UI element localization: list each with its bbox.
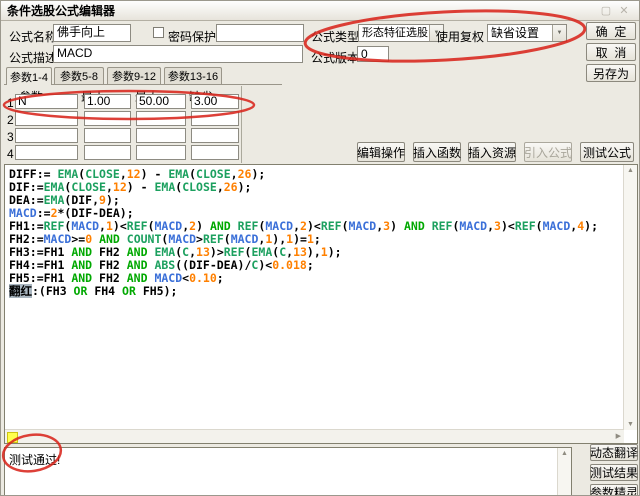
param-cell[interactable] bbox=[136, 128, 186, 143]
status-panel: 测试通过! ▲ bbox=[4, 447, 572, 496]
param-cell[interactable] bbox=[191, 128, 239, 143]
tab-params-1-4[interactable]: 参数1-4 bbox=[6, 67, 52, 85]
rights-value: 缺省设置 bbox=[491, 26, 539, 40]
param-row: 4 bbox=[1, 145, 261, 162]
param-row-number: 4 bbox=[7, 147, 14, 161]
ok-button[interactable]: 确 定 bbox=[586, 22, 636, 40]
formula-type-value: 形态特征选股 bbox=[362, 26, 428, 40]
code-horizontal-scrollbar[interactable]: ▶ bbox=[5, 429, 624, 443]
param-cell[interactable] bbox=[15, 128, 78, 143]
close-icon[interactable]: ✕ bbox=[617, 4, 631, 18]
param-row: 2 bbox=[1, 111, 261, 128]
param-cell[interactable] bbox=[136, 145, 186, 160]
rights-label: 使用复权 bbox=[436, 28, 484, 45]
import-formula-button: 引入公式 bbox=[524, 142, 572, 162]
formula-version-label: 公式版本 bbox=[311, 49, 359, 66]
scroll-down-icon[interactable]: ▼ bbox=[624, 421, 637, 428]
param-row-number: 3 bbox=[7, 130, 14, 144]
scroll-right-icon[interactable]: ▶ bbox=[616, 432, 621, 440]
rights-dropdown[interactable]: 缺省设置 ▼ bbox=[487, 24, 567, 42]
dynamic-translate-button[interactable]: 动态翻译 bbox=[590, 444, 638, 461]
param-row: 1N 1.00 50.00 3.00 bbox=[1, 94, 261, 111]
window-title: 条件选股公式编辑器 bbox=[7, 2, 115, 19]
param-row: 3 bbox=[1, 128, 261, 145]
tab-params-9-12[interactable]: 参数9-12 bbox=[107, 67, 161, 84]
param-cell[interactable] bbox=[15, 145, 78, 160]
param-cell[interactable]: 1.00 bbox=[84, 94, 131, 109]
param-row-number: 2 bbox=[7, 113, 14, 127]
scroll-up-icon[interactable]: ▲ bbox=[624, 167, 637, 174]
password-label: 密码保护 bbox=[168, 28, 216, 45]
title-bar: 条件选股公式编辑器 bbox=[1, 1, 639, 21]
password-input[interactable] bbox=[216, 24, 304, 42]
code-editor[interactable]: DIFF:= EMA(CLOSE,12) - EMA(CLOSE,26);DIF… bbox=[9, 168, 622, 428]
formula-name-input[interactable]: 佛手向上 bbox=[53, 24, 131, 42]
formula-desc-label: 公式描述 bbox=[9, 49, 57, 66]
param-row-number: 1 bbox=[7, 96, 14, 110]
param-cell[interactable] bbox=[15, 111, 78, 126]
param-cell[interactable] bbox=[84, 128, 131, 143]
param-cell[interactable] bbox=[136, 111, 186, 126]
password-checkbox[interactable] bbox=[153, 27, 164, 38]
tab-params-5-8[interactable]: 参数5-8 bbox=[54, 67, 104, 84]
formula-name-label: 公式名称 bbox=[9, 28, 57, 45]
cancel-button[interactable]: 取 消 bbox=[586, 43, 636, 61]
param-cell[interactable] bbox=[84, 145, 131, 160]
formula-version-input[interactable]: 0 bbox=[357, 46, 389, 62]
status-message: 测试通过! bbox=[9, 451, 60, 468]
param-cell[interactable]: 3.00 bbox=[191, 94, 239, 109]
chevron-down-icon[interactable]: ▼ bbox=[552, 25, 566, 41]
save-as-button[interactable]: 另存为 bbox=[586, 64, 636, 82]
insert-function-button[interactable]: 插入函数 bbox=[413, 142, 461, 162]
maximize-icon[interactable]: ▢ bbox=[599, 4, 613, 18]
formula-type-label: 公式类型 bbox=[311, 28, 359, 45]
formula-editor-dialog: 条件选股公式编辑器 ▢ ✕ 公式名称 佛手向上 密码保护 公式类型 形态特征选股… bbox=[0, 0, 640, 496]
code-line: 翻红:(FH3 OR FH4 OR FH5); bbox=[9, 285, 622, 298]
code-panel: DIFF:= EMA(CLOSE,12) - EMA(CLOSE,26);DIF… bbox=[4, 164, 638, 444]
param-cell[interactable]: 50.00 bbox=[136, 94, 186, 109]
param-cell[interactable] bbox=[191, 145, 239, 160]
param-wizard-button[interactable]: 参数精灵 bbox=[590, 484, 638, 496]
test-result-button[interactable]: 测试结果 bbox=[590, 464, 638, 481]
edit-operation-button[interactable]: 编辑操作 bbox=[357, 142, 405, 162]
param-cell[interactable] bbox=[84, 111, 131, 126]
param-cell[interactable]: N bbox=[15, 94, 78, 109]
test-formula-button[interactable]: 测试公式 bbox=[580, 142, 634, 162]
tab-params-13-16[interactable]: 参数13-16 bbox=[164, 67, 222, 84]
code-vertical-scrollbar[interactable]: ▲ ▼ bbox=[623, 165, 637, 430]
insert-resource-button[interactable]: 插入资源 bbox=[468, 142, 516, 162]
formula-type-dropdown[interactable]: 形态特征选股 ▼ bbox=[358, 24, 444, 42]
scroll-thumb-marker[interactable] bbox=[7, 432, 18, 443]
scroll-up-icon[interactable]: ▲ bbox=[558, 450, 571, 457]
param-rows: 1N 1.00 50.00 3.00 2 3 4 bbox=[1, 94, 261, 162]
param-cell[interactable] bbox=[191, 111, 239, 126]
status-scrollbar[interactable]: ▲ bbox=[557, 448, 571, 496]
formula-desc-input[interactable]: MACD bbox=[53, 45, 303, 63]
